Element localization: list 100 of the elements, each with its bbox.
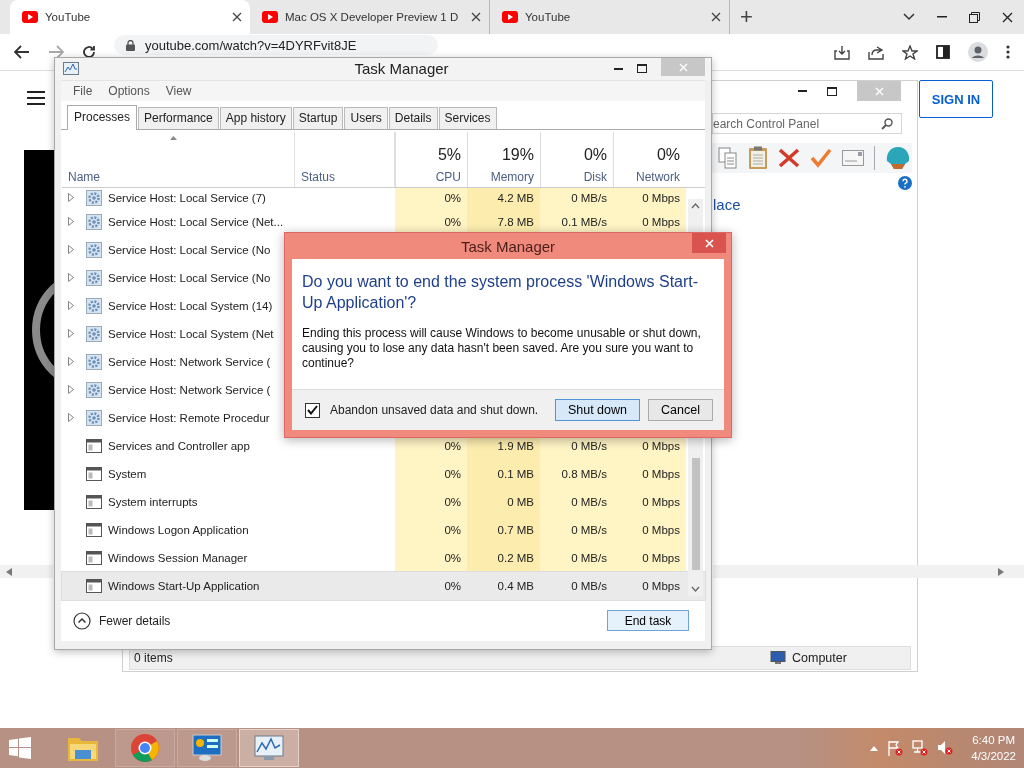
more-icon[interactable] <box>1006 45 1010 59</box>
menu-item[interactable]: File <box>73 83 93 98</box>
table-cell: 0.7 MB <box>497 523 534 536</box>
profile-icon[interactable] <box>968 42 988 62</box>
scroll-thumb[interactable] <box>691 457 700 570</box>
menu-item[interactable]: Options <box>108 83 150 98</box>
process-row[interactable]: Windows Start-Up Application 0% 0.4 MB 0 MB/s 0 Mbps <box>62 571 705 600</box>
sign-in-button[interactable]: SIGN IN <box>919 80 993 118</box>
maximize-icon[interactable] <box>637 64 647 74</box>
checkbox[interactable] <box>305 402 320 418</box>
star-icon[interactable] <box>902 44 918 60</box>
gear-icon <box>86 353 102 370</box>
link[interactable]: lace <box>713 196 741 213</box>
clipboard-icon[interactable] <box>748 146 768 170</box>
taskbar-button[interactable] <box>177 729 237 767</box>
maximize-icon[interactable] <box>827 86 837 96</box>
table-cell: 0 MB/s <box>571 439 607 452</box>
menu-icon[interactable] <box>27 91 45 105</box>
help-icon[interactable] <box>898 176 912 190</box>
expand-icon[interactable] <box>68 245 74 255</box>
url-text: youtube.com/watch?v=4DYRFvit8JE <box>145 37 357 53</box>
side-panel-icon[interactable] <box>936 45 950 59</box>
expand-icon[interactable] <box>68 301 74 311</box>
show-hidden-icons-icon[interactable] <box>870 745 879 751</box>
tab[interactable]: Services <box>438 106 497 129</box>
back-icon[interactable] <box>14 45 30 59</box>
cross-icon[interactable] <box>778 148 800 168</box>
expand-icon[interactable] <box>68 385 74 395</box>
menu-item[interactable]: View <box>165 83 192 98</box>
check-icon[interactable] <box>810 148 832 168</box>
table-cell: 4.2 MB <box>497 191 534 204</box>
process-name: Service Host: Network Service ( <box>108 383 271 396</box>
forward-icon[interactable] <box>48 45 64 59</box>
tab[interactable]: Processes <box>67 104 138 130</box>
process-name: Service Host: Local Service (Net... <box>108 215 284 228</box>
expand-icon[interactable] <box>68 413 74 423</box>
copy-icon[interactable] <box>718 147 738 169</box>
speaker-icon[interactable] <box>937 740 954 756</box>
scroll-left-icon[interactable] <box>6 567 12 576</box>
process-name: Service Host: Local Service (No <box>108 243 271 256</box>
horizontal-scrollbar[interactable] <box>713 565 1024 578</box>
column-header[interactable]: Name <box>62 131 295 187</box>
reload-icon[interactable] <box>82 45 96 59</box>
taskbar-button[interactable] <box>115 729 175 767</box>
process-row[interactable]: Service Host: Local Service (7) 0% 4.2 MB 0 MB/s 0 Mbps <box>62 187 705 208</box>
tab[interactable]: Details <box>388 106 438 129</box>
expand-icon[interactable] <box>68 273 74 283</box>
tab[interactable]: Performance <box>138 106 219 129</box>
tab[interactable]: Startup <box>292 106 344 129</box>
card-icon[interactable] <box>842 150 864 166</box>
fewer-details-button[interactable]: Fewer details <box>73 611 171 630</box>
column-header[interactable]: Status <box>295 131 395 187</box>
new-tab-button[interactable]: + <box>740 6 753 28</box>
windows-logo-icon[interactable] <box>9 737 31 759</box>
dialog-button[interactable]: Shut down <box>554 399 640 421</box>
process-row[interactable]: System interrupts 0% 0 MB 0 MB/s 0 Mbps <box>62 487 705 516</box>
scroll-up-icon[interactable] <box>691 202 700 209</box>
tab[interactable]: App history <box>219 106 292 129</box>
horizontal-scrollbar[interactable] <box>0 565 53 578</box>
task-manager-icon <box>63 61 79 76</box>
column-header[interactable]: 0% Disk <box>540 131 613 187</box>
taskbar-button[interactable] <box>239 729 299 767</box>
minimize-icon[interactable] <box>614 67 623 70</box>
shell-icon[interactable] <box>885 146 911 170</box>
window-icon <box>86 522 102 537</box>
end-task-button[interactable]: End task <box>607 610 689 632</box>
expand-icon[interactable] <box>68 329 74 339</box>
expand-icon[interactable] <box>68 217 74 227</box>
checkbox-label[interactable]: Abandon unsaved data and shut down. <box>330 403 539 417</box>
process-row[interactable]: Windows Logon Application 0% 0.7 MB 0 MB/s 0 Mbps <box>62 515 705 544</box>
close-button[interactable] <box>692 233 726 253</box>
close-icon <box>874 86 884 96</box>
process-row[interactable]: Windows Session Manager 0% 0.2 MB 0 MB/s 0 Mbps <box>62 543 705 572</box>
column-header[interactable]: 0% Network <box>613 131 686 187</box>
process-name: Windows Start-Up Application <box>108 579 260 592</box>
chevron-down-icon[interactable] <box>903 13 915 21</box>
flag-icon[interactable] <box>887 740 904 756</box>
expand-icon[interactable] <box>68 357 74 367</box>
dialog-button[interactable]: Cancel <box>648 399 713 421</box>
close-icon[interactable] <box>471 12 481 22</box>
process-row[interactable]: System 0% 0.1 MB 0.8 MB/s 0 Mbps <box>62 459 705 488</box>
column-header[interactable]: 19% Memory <box>467 131 540 187</box>
tab[interactable]: Users <box>344 106 388 129</box>
table-cell: 0 Mbps <box>642 579 680 592</box>
column-header[interactable]: 5% CPU <box>395 131 467 187</box>
address-bar[interactable]: youtube.com/watch?v=4DYRFvit8JE <box>114 35 438 55</box>
share-icon[interactable] <box>868 44 884 60</box>
scroll-right-icon[interactable] <box>998 567 1004 576</box>
scroll-down-icon[interactable] <box>691 585 700 592</box>
table-cell: 0 Mbps <box>642 191 680 204</box>
browser-tab[interactable]: YouTube <box>10 0 250 34</box>
restore-icon[interactable] <box>969 11 980 23</box>
install-icon[interactable] <box>834 44 850 60</box>
expand-icon[interactable] <box>68 193 74 203</box>
close-icon[interactable] <box>232 12 242 22</box>
search-field[interactable]: earch Control Panel <box>712 113 902 134</box>
close-icon[interactable] <box>1002 11 1013 23</box>
window-icon <box>86 550 102 565</box>
close-icon[interactable] <box>711 12 721 22</box>
network-icon[interactable] <box>912 740 929 756</box>
